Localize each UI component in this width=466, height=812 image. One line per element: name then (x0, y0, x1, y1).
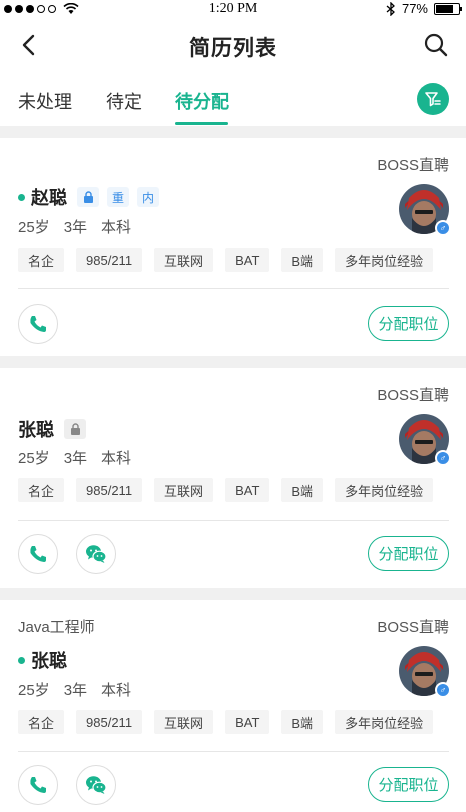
lock-icon (70, 423, 80, 435)
card-source: BOSS直聘 (377, 387, 449, 404)
tag-list: 名企 985/211 互联网 BAT B端 多年岗位经验 (18, 710, 434, 734)
active-tab-indicator (175, 122, 228, 125)
resume-card[interactable]: BOSS直聘 赵聪 重 内 25岁 3年 本科 ♂ 名企 985/211 互联网… (0, 138, 466, 356)
education: 本科 (101, 219, 132, 236)
lock-icon (83, 191, 93, 203)
lock-badge (77, 187, 99, 207)
candidate-meta: 25岁 3年 本科 (18, 679, 145, 700)
search-icon[interactable] (422, 31, 450, 59)
tag: 互联网 (154, 710, 214, 734)
education: 本科 (101, 682, 132, 699)
assign-position-button[interactable]: 分配职位 (368, 306, 449, 341)
internal-badge: 内 (137, 187, 159, 207)
tab-bar: 未处理 待定 待分配 (0, 74, 466, 126)
card-source: BOSS直聘 (377, 157, 449, 174)
nav-bar: 简历列表 (0, 18, 466, 74)
wechat-button[interactable] (76, 765, 116, 805)
section-gap (0, 356, 466, 368)
avatar[interactable]: ♂ (399, 646, 451, 698)
tag: BAT (225, 478, 270, 502)
filter-button[interactable] (417, 83, 449, 115)
tag: 名企 (18, 478, 65, 502)
tag: 名企 (18, 248, 65, 272)
tag: 多年岗位经验 (335, 478, 434, 502)
status-bar: 1:20 PM 77% (0, 0, 466, 18)
wechat-button[interactable] (76, 534, 116, 574)
avatar[interactable]: ♂ (399, 184, 451, 236)
unread-dot (18, 193, 25, 201)
tag-list: 名企 985/211 互联网 BAT B端 多年岗位经验 (18, 248, 434, 272)
assign-position-button[interactable]: 分配职位 (368, 536, 449, 571)
page-title: 简历列表 (189, 37, 277, 60)
candidate-name: 张聪 (18, 420, 54, 440)
tag-list: 名企 985/211 互联网 BAT B端 多年岗位经验 (18, 478, 434, 502)
tag: BAT (225, 710, 270, 734)
tag: 985/211 (76, 478, 143, 502)
card-divider (18, 520, 449, 521)
filter-icon (425, 92, 441, 107)
section-gap (0, 588, 466, 600)
tag: 互联网 (154, 248, 214, 272)
lock-badge (64, 419, 86, 439)
avatar[interactable]: ♂ (399, 414, 451, 466)
candidate-meta: 25岁 3年 本科 (18, 216, 145, 237)
tag: 互联网 (154, 478, 214, 502)
tag: 名企 (18, 710, 65, 734)
phone-icon (30, 777, 46, 793)
resume-card[interactable]: Java工程师 BOSS直聘 张聪 25岁 3年 本科 ♂ 名企 985/211 互… (0, 600, 466, 812)
battery-percent: 77% (401, 1, 428, 16)
tag: 985/211 (76, 710, 143, 734)
tag: 985/211 (76, 248, 143, 272)
experience: 3年 (63, 219, 88, 236)
male-icon: ♂ (435, 682, 451, 698)
resume-card[interactable]: BOSS直聘 张聪 25岁 3年 本科 ♂ 名企 985/211 互联网 BAT… (0, 368, 466, 588)
candidate-name: 张聪 (31, 651, 67, 671)
tag: B端 (281, 478, 324, 502)
tab-pending[interactable]: 待定 (106, 88, 142, 114)
battery-icon (434, 2, 462, 15)
wechat-icon (86, 545, 107, 563)
card-source: BOSS直聘 (377, 619, 449, 636)
tab-unprocessed[interactable]: 未处理 (18, 88, 72, 114)
call-button[interactable] (18, 304, 58, 344)
phone-icon (30, 546, 46, 562)
bluetooth-icon (386, 1, 395, 16)
age: 25岁 (18, 450, 50, 467)
experience: 3年 (63, 682, 88, 699)
tag: BAT (225, 248, 270, 272)
wechat-icon (86, 776, 107, 794)
tag: B端 (281, 248, 324, 272)
male-icon: ♂ (435, 220, 451, 236)
tag: 多年岗位经验 (335, 710, 434, 734)
male-icon: ♂ (435, 450, 451, 466)
age: 25岁 (18, 682, 50, 699)
job-title: Java工程师 (18, 619, 95, 636)
card-divider (18, 288, 449, 289)
call-button[interactable] (18, 534, 58, 574)
unread-dot (18, 656, 25, 664)
assign-position-button[interactable]: 分配职位 (368, 767, 449, 802)
phone-icon (30, 316, 46, 332)
call-button[interactable] (18, 765, 58, 805)
education: 本科 (101, 450, 132, 467)
tag: B端 (281, 710, 324, 734)
tab-to-assign[interactable]: 待分配 (175, 88, 229, 114)
tag: 多年岗位经验 (335, 248, 434, 272)
key-badge: 重 (107, 187, 129, 207)
age: 25岁 (18, 219, 50, 236)
candidate-meta: 25岁 3年 本科 (18, 447, 145, 468)
section-gap (0, 126, 466, 138)
experience: 3年 (63, 450, 88, 467)
candidate-name: 赵聪 (31, 188, 67, 208)
card-divider (18, 751, 449, 752)
